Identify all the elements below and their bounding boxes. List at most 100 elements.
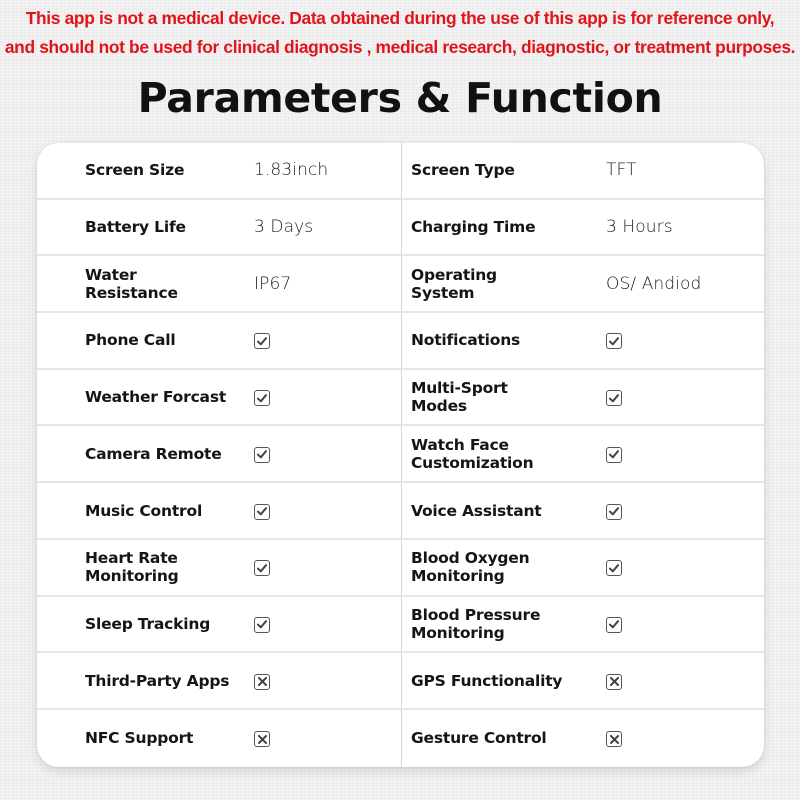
spec-label-cell: Heart Rate Monitoring	[85, 540, 245, 595]
spec-value-cell	[254, 653, 394, 708]
crossed-box-icon	[254, 731, 270, 748]
checked-box-icon	[606, 446, 622, 463]
checked-box-icon	[254, 390, 270, 407]
spec-label-weather-forcast: Weather Forcast	[85, 388, 227, 407]
spec-label-heart-rate-monitoring: Heart Rate Monitoring	[85, 549, 179, 586]
spec-label-watch-face-customization: Watch Face Customization	[411, 435, 534, 472]
spec-label-phone-call: Phone Call	[85, 331, 176, 350]
checked-box-icon	[254, 333, 270, 350]
checked-box-icon	[254, 446, 270, 463]
spec-label-voice-assistant: Voice Assistant	[411, 501, 542, 520]
spec-value-battery-life: 3 Days	[254, 217, 314, 238]
spec-label-water-resistance: Water Resistance	[85, 265, 178, 302]
checked-box-icon	[606, 333, 622, 350]
spec-label-blood-pressure-monitoring: Blood Pressure Monitoring	[411, 605, 541, 642]
disclaimer-line-1: This app is not a medical device. Data o…	[25, 8, 775, 28]
spec-value-cell	[606, 597, 756, 652]
table-row: Sleep Tracking Blood Pressure Monitoring	[37, 597, 764, 654]
spec-value-operating-system: OS/ Andiod	[606, 273, 702, 294]
spec-label-music-control: Music Control	[85, 501, 203, 520]
spec-value-cell	[606, 427, 756, 482]
table-row: Heart Rate Monitoring Blood Oxygen Monitori…	[37, 540, 764, 597]
table-row: NFC Support Gesture Control	[37, 710, 764, 767]
spec-label-cell: Screen Type	[411, 143, 591, 198]
spec-label-blood-oxygen-monitoring: Blood Oxygen Monitoring	[411, 549, 530, 586]
spec-label-battery-life: Battery Life	[85, 218, 186, 237]
spec-label-sleep-tracking: Sleep Tracking	[85, 614, 211, 633]
medical-disclaimer: This app is not a medical device. Data o…	[0, 4, 800, 62]
spec-value-water-resistance: IP67	[254, 273, 292, 294]
checked-box-icon	[606, 616, 622, 633]
spec-label-cell: Charging Time	[411, 200, 591, 255]
spec-label-cell: Blood Oxygen Monitoring	[411, 540, 591, 595]
spec-value-cell: TFT	[606, 143, 756, 198]
spec-value-cell	[606, 483, 756, 538]
spec-label-cell: Music Control	[85, 483, 245, 538]
spec-label-cell: Notifications	[411, 313, 591, 368]
spec-label-multi-sport-modes: Multi-Sport Modes	[411, 379, 508, 416]
table-row: Music Control Voice Assistant	[37, 483, 764, 540]
crossed-box-icon	[606, 731, 622, 748]
page-title: Parameters & Function	[137, 74, 663, 122]
crossed-box-icon	[254, 673, 270, 690]
spec-value-cell	[606, 710, 756, 767]
spec-label-camera-remote: Camera Remote	[85, 444, 222, 463]
checked-box-icon	[254, 503, 270, 520]
spec-label-cell: Blood Pressure Monitoring	[411, 597, 591, 652]
spec-label-cell: Water Resistance	[85, 256, 245, 311]
table-row: Weather Forcast Multi-Sport Modes	[37, 370, 764, 427]
table-row: Battery Life 3 Days Charging Time 3 Hours	[37, 200, 764, 257]
checked-box-icon	[606, 503, 622, 520]
spec-label-cell: Phone Call	[85, 313, 245, 368]
spec-label-cell: GPS Functionality	[411, 653, 591, 708]
spec-value-cell	[606, 313, 756, 368]
table-row: Third-Party Apps GPS Functionality	[37, 653, 764, 710]
table-row: Screen Size 1.83inch Screen Type TFT	[37, 143, 764, 200]
spec-value-cell	[254, 483, 394, 538]
table-row: Phone Call Notifications	[37, 313, 764, 370]
checked-box-icon	[254, 560, 270, 577]
spec-label-gesture-control: Gesture Control	[411, 729, 547, 748]
checked-box-icon	[606, 560, 622, 577]
spec-label-cell: Gesture Control	[411, 710, 591, 767]
spec-label-cell: Operating System	[411, 256, 591, 311]
spec-label-screen-size: Screen Size	[85, 161, 185, 180]
spec-label-notifications: Notifications	[411, 331, 521, 350]
spec-value-cell	[254, 427, 394, 482]
spec-value-cell: 3 Days	[254, 200, 394, 255]
spec-value-screen-size: 1.83inch	[254, 160, 329, 181]
checked-box-icon	[606, 390, 622, 407]
spec-value-cell: OS/ Andiod	[606, 256, 756, 311]
spec-label-cell: Sleep Tracking	[85, 597, 245, 652]
spec-value-cell: 3 Hours	[606, 200, 756, 255]
spec-label-third-party-apps: Third-Party Apps	[85, 671, 230, 690]
spec-label-charging-time: Charging Time	[411, 218, 536, 237]
spec-value-cell	[606, 653, 756, 708]
spec-value-cell	[254, 710, 394, 767]
spec-label-cell: Weather Forcast	[85, 370, 245, 425]
spec-label-cell: Multi-Sport Modes	[411, 370, 591, 425]
spec-value-cell	[254, 370, 394, 425]
spec-value-charging-time: 3 Hours	[606, 217, 673, 238]
spec-label-cell: Camera Remote	[85, 427, 245, 482]
table-row: Camera Remote Watch Face Customization	[37, 427, 764, 484]
spec-value-cell: IP67	[254, 256, 394, 311]
crossed-box-icon	[606, 673, 622, 690]
spec-table: Screen Size 1.83inch Screen Type TFT Battery…	[37, 143, 764, 767]
spec-label-cell: Third-Party Apps	[85, 653, 245, 708]
spec-value-screen-type: TFT	[606, 160, 637, 181]
spec-label-gps-functionality: GPS Functionality	[411, 671, 563, 690]
spec-label-cell: Watch Face Customization	[411, 427, 591, 482]
checked-box-icon	[254, 616, 270, 633]
table-row: Water Resistance IP67 Operating System OS/ An…	[37, 256, 764, 314]
disclaimer-line-2: and should not be used for clinical diag…	[4, 37, 796, 57]
spec-label-cell: Battery Life	[85, 200, 245, 255]
spec-value-cell	[606, 540, 756, 595]
spec-value-cell	[254, 313, 394, 368]
spec-value-cell	[254, 540, 394, 595]
spec-label-cell: Screen Size	[85, 143, 245, 198]
spec-label-cell: NFC Support	[85, 710, 245, 767]
spec-label-nfc-support: NFC Support	[85, 729, 194, 748]
spec-label-cell: Voice Assistant	[411, 483, 591, 538]
spec-value-cell: 1.83inch	[254, 143, 394, 198]
